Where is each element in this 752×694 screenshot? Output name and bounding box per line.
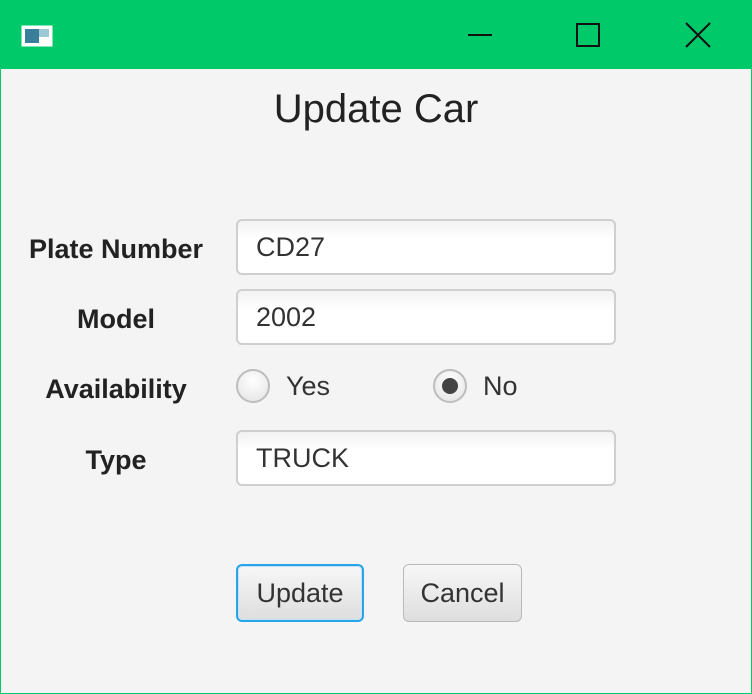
plate-number-label: Plate Number <box>28 234 204 264</box>
model-label: Model <box>77 304 155 334</box>
update-car-window: Update Car Plate Number CD27 Model 2002 … <box>0 0 752 694</box>
radio-dot-icon <box>442 378 458 394</box>
model-field[interactable]: 2002 <box>236 289 616 345</box>
maximize-icon <box>576 23 600 47</box>
close-icon <box>685 22 711 48</box>
availability-no-label: No <box>483 370 518 401</box>
app-window-icon <box>21 25 53 47</box>
type-field[interactable]: TRUCK <box>236 430 616 486</box>
title-bar[interactable] <box>1 1 751 69</box>
update-button[interactable]: Update <box>236 564 364 622</box>
minimize-button[interactable] <box>425 1 535 69</box>
availability-label: Availability <box>45 374 187 404</box>
plate-number-field[interactable]: CD27 <box>236 219 616 275</box>
radio-unchecked-icon[interactable] <box>236 369 270 403</box>
type-label: Type <box>85 445 147 475</box>
availability-yes-radio[interactable]: Yes <box>236 369 330 403</box>
dialog-title: Update Car <box>273 87 479 131</box>
availability-yes-label: Yes <box>286 370 331 401</box>
close-button[interactable] <box>643 1 752 69</box>
cancel-button[interactable]: Cancel <box>403 564 522 622</box>
maximize-button[interactable] <box>533 1 643 69</box>
minimize-icon <box>468 34 492 36</box>
availability-no-radio[interactable]: No <box>433 369 518 403</box>
radio-checked-icon[interactable] <box>433 369 467 403</box>
